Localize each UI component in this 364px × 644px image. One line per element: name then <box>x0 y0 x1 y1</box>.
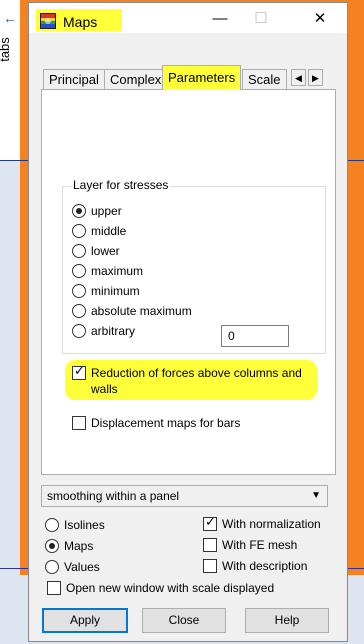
smoothing-select-value: smoothing within a panel <box>47 489 180 503</box>
radio-lower[interactable]: lower <box>72 242 120 260</box>
with-description-label: With description <box>222 559 308 573</box>
radio-label: absolute maximum <box>91 304 192 318</box>
radio-label: Values <box>64 560 100 574</box>
tab-scroll-right-button[interactable]: ▶ <box>308 69 323 86</box>
radio-label: arbitrary <box>91 324 136 338</box>
maps-app-icon <box>40 13 56 29</box>
with-normalization-row[interactable]: With normalization <box>203 515 321 532</box>
open-window-row[interactable]: Open new window with scale displayed <box>47 580 274 596</box>
radio-label: upper <box>91 204 122 218</box>
with-fe-mesh-label: With FE mesh <box>222 538 298 552</box>
open-window-label: Open new window with scale displayed <box>66 581 275 595</box>
radio-values[interactable]: Values <box>45 558 100 576</box>
radio-label: maximum <box>91 264 144 278</box>
with-description-checkbox[interactable] <box>203 559 217 573</box>
displacement-checkbox[interactable] <box>72 416 86 430</box>
back-arrow-icon[interactable]: ← <box>2 10 18 26</box>
window-title: Maps <box>63 14 98 30</box>
stresses-group-title: Layer for stresses <box>71 178 171 192</box>
radio-label: Maps <box>64 539 94 553</box>
help-button[interactable]: Help <box>245 608 329 633</box>
with-fe-mesh-row[interactable]: With FE mesh <box>203 537 297 553</box>
maps-dialog: Maps — ☐ ✕ Principal Complex Parameters … <box>28 2 348 642</box>
radio-button[interactable] <box>72 324 86 338</box>
with-description-row[interactable]: With description <box>203 558 307 574</box>
arbitrary-value-input[interactable]: 0 <box>221 325 289 347</box>
radio-label: Isolines <box>64 518 105 532</box>
radio-label: middle <box>91 224 127 238</box>
radio-upper[interactable]: upper <box>72 202 122 220</box>
radio-minimum[interactable]: minimum <box>72 282 140 300</box>
radio-label: lower <box>91 244 120 258</box>
radio-maximum[interactable]: maximum <box>72 262 143 280</box>
radio-button[interactable] <box>72 204 86 218</box>
displacement-label: Displacement maps for bars <box>91 416 241 430</box>
with-normalization-checkbox[interactable] <box>203 515 217 531</box>
close-window-button[interactable]: ✕ <box>305 9 335 29</box>
smoothing-select[interactable]: smoothing within a panel ▼ <box>41 485 328 507</box>
apply-button[interactable]: Apply <box>42 608 128 633</box>
radio-label: minimum <box>91 284 140 298</box>
radio-button[interactable] <box>72 264 86 278</box>
radio-button[interactable] <box>45 518 59 532</box>
radio-absolute-maximum[interactable]: absolute maximum <box>72 302 192 320</box>
title-bar: Maps — ☐ ✕ <box>29 3 347 33</box>
radio-button[interactable] <box>72 284 86 298</box>
tab-principal[interactable]: Principal <box>43 69 105 89</box>
tab-scale[interactable]: Scale <box>242 69 287 89</box>
tab-complex[interactable]: Complex <box>104 69 168 89</box>
close-button[interactable]: Close <box>142 608 226 633</box>
radio-button[interactable] <box>72 244 86 258</box>
reduction-checkbox-row[interactable]: Reduction of forces above columns and wa… <box>72 364 302 397</box>
radio-button[interactable] <box>45 539 59 553</box>
radio-button[interactable] <box>45 560 59 574</box>
with-fe-mesh-checkbox[interactable] <box>203 538 217 552</box>
side-tabs-label: tabs <box>0 37 12 62</box>
open-window-checkbox[interactable] <box>47 581 61 595</box>
minimize-button[interactable]: — <box>205 9 235 29</box>
reduction-label: Reduction of forces above columns and wa… <box>91 366 302 396</box>
tab-scroll-left-button[interactable]: ◀ <box>291 69 306 86</box>
reduction-checkbox[interactable] <box>72 364 86 380</box>
radio-middle[interactable]: middle <box>72 222 126 240</box>
radio-arbitrary[interactable]: arbitrary <box>72 322 135 340</box>
radio-button[interactable] <box>72 304 86 318</box>
radio-isolines[interactable]: Isolines <box>45 516 105 534</box>
chevron-down-icon[interactable]: ▼ <box>311 488 321 504</box>
tab-parameters[interactable]: Parameters <box>162 65 242 90</box>
maximize-button: ☐ <box>254 10 268 27</box>
displacement-checkbox-row[interactable]: Displacement maps for bars <box>72 415 240 431</box>
radio-button[interactable] <box>72 224 86 238</box>
with-normalization-label: With normalization <box>222 517 321 531</box>
radio-maps[interactable]: Maps <box>45 537 93 555</box>
side-tabs-strip[interactable]: ← tabs <box>0 0 21 160</box>
